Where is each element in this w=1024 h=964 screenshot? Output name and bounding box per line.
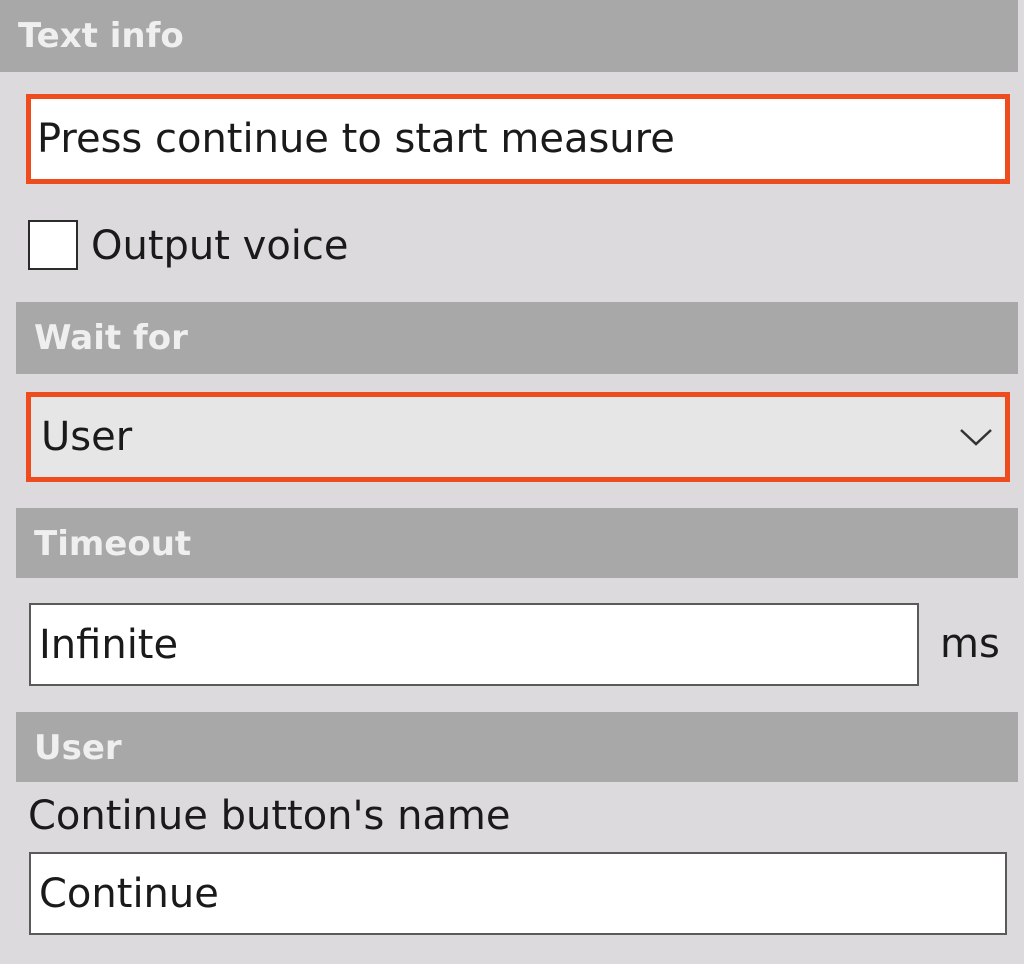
user-header: User — [16, 712, 1018, 782]
timeout-field[interactable]: Infinite — [29, 603, 919, 686]
text-info-header-label: Text info — [18, 16, 184, 56]
wait-for-header: Wait for — [16, 302, 1018, 374]
user-header-label: User — [34, 728, 122, 768]
chevron-down-icon[interactable] — [959, 427, 993, 447]
timeout-value: Infinite — [39, 621, 179, 668]
timeout-unit-label: ms — [940, 621, 1000, 667]
text-info-header: Text info — [0, 0, 1018, 72]
continue-button-name-value: Continue — [39, 870, 219, 917]
output-voice-label[interactable]: Output voice — [91, 220, 349, 272]
wait-for-selected: User — [41, 414, 133, 460]
continue-button-name-label: Continue button's name — [28, 793, 511, 839]
text-info-field[interactable]: Press continue to start measure — [26, 94, 1010, 184]
timeout-header: Timeout — [16, 508, 1018, 578]
output-voice-checkbox[interactable] — [28, 220, 78, 270]
text-info-value: Press continue to start measure — [37, 116, 675, 162]
wait-for-dropdown[interactable]: User — [26, 392, 1010, 482]
timeout-header-label: Timeout — [34, 524, 192, 564]
wait-for-header-label: Wait for — [34, 318, 188, 358]
continue-button-name-field[interactable]: Continue — [29, 852, 1007, 935]
